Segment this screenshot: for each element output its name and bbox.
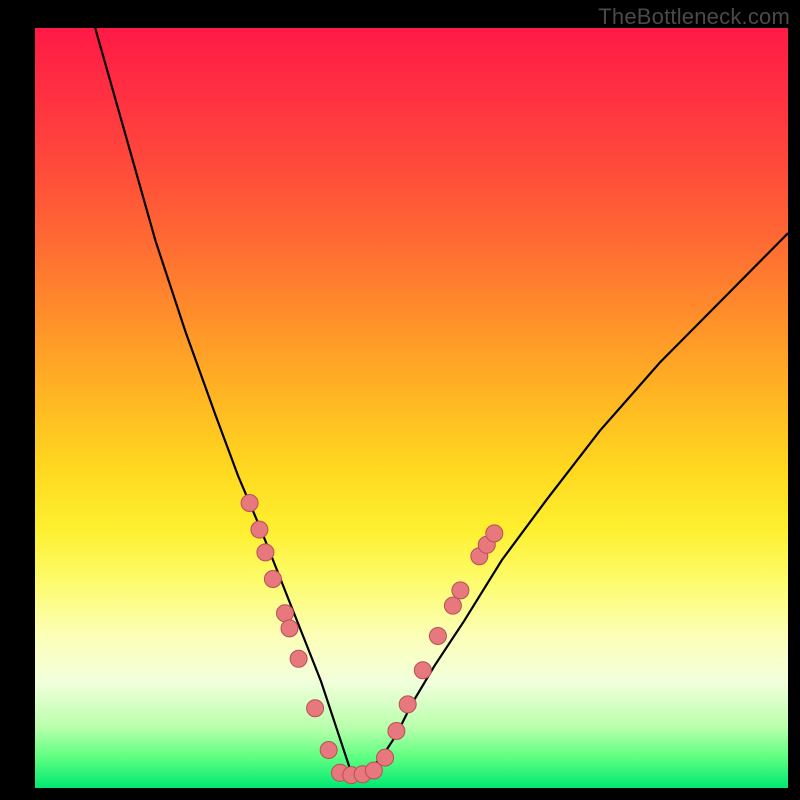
plot-area (35, 28, 788, 788)
watermark-text: TheBottleneck.com (598, 4, 790, 30)
marker-dot (241, 495, 258, 512)
marker-dot (264, 571, 281, 588)
marker-dot (257, 544, 274, 561)
marker-dot (444, 597, 461, 614)
marker-dot (377, 749, 394, 766)
curve-layer (35, 28, 788, 788)
bottleneck-curve (95, 28, 788, 773)
chart-frame: TheBottleneck.com (0, 0, 800, 800)
marker-dot (388, 723, 405, 740)
marker-dot (281, 620, 298, 637)
marker-dot (414, 662, 431, 679)
marker-dot (452, 582, 469, 599)
marker-dot (399, 696, 416, 713)
marker-dot (290, 650, 307, 667)
marker-dot (320, 742, 337, 759)
marker-dot (486, 525, 503, 542)
marker-dot (307, 700, 324, 717)
marker-dot (429, 628, 446, 645)
marker-dot (277, 605, 294, 622)
marker-dot (251, 521, 268, 538)
marker-dots (241, 495, 503, 784)
